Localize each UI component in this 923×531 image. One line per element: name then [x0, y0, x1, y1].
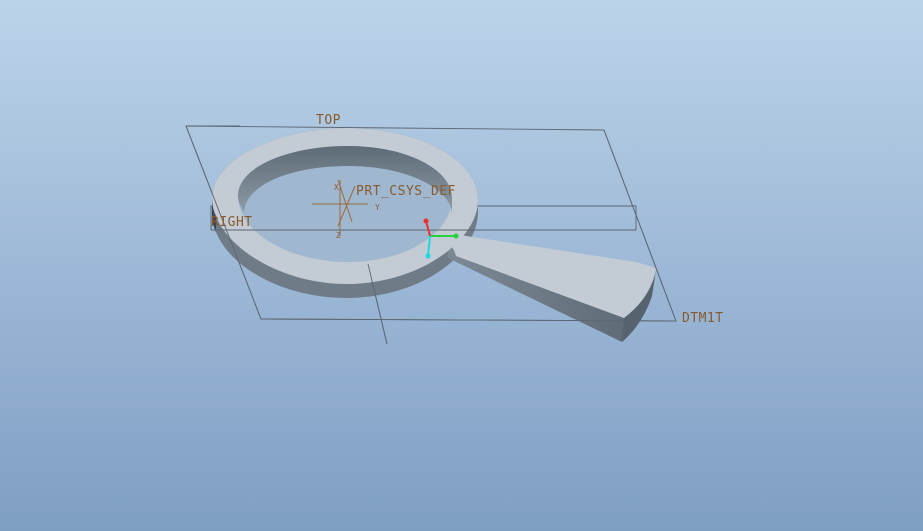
csys-axis-z-label: Z [336, 231, 341, 240]
viewport-background [0, 0, 923, 531]
csys-label[interactable]: PRT_CSYS_DEF [356, 184, 456, 199]
datum-label-dtm1t[interactable]: DTM1T [682, 311, 724, 326]
model-scene[interactable]: X Y Z TOP RIGHT DTM1T PRT_CSYS_DEF [0, 0, 923, 531]
graphics-viewport[interactable]: X Y Z TOP RIGHT DTM1T PRT_CSYS_DEF [0, 0, 923, 531]
csys-axis-y-label: Y [375, 203, 380, 212]
datum-label-top[interactable]: TOP [316, 113, 341, 128]
datum-label-right[interactable]: RIGHT [211, 215, 253, 230]
csys-axis-x-label: X [334, 183, 339, 192]
